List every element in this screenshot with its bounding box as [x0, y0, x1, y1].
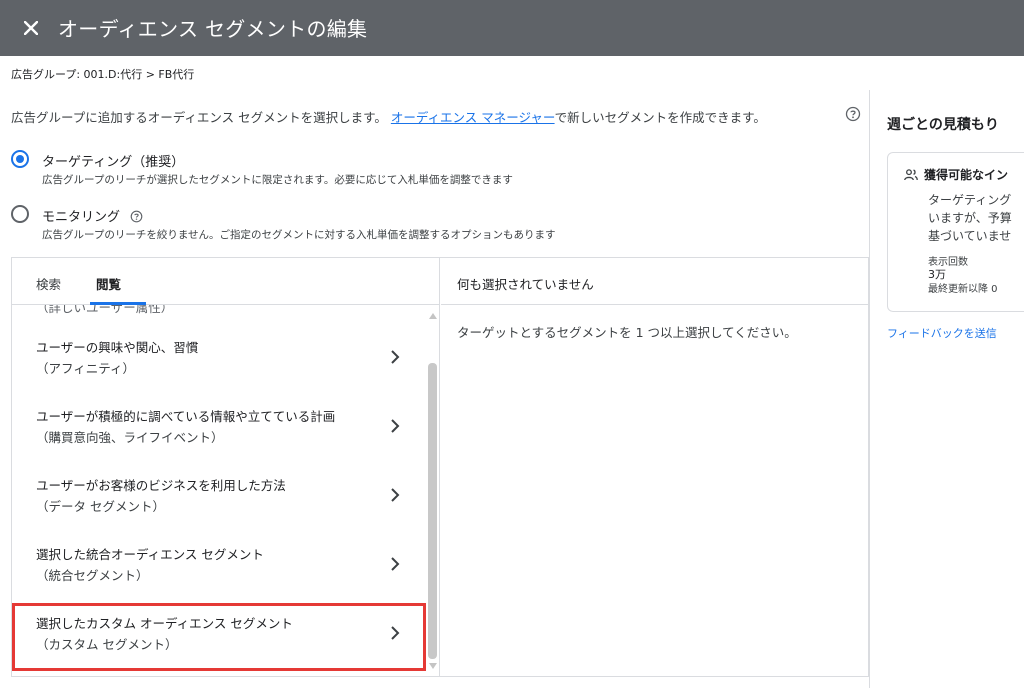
audience-manager-link[interactable]: オーディエンス マネージャー — [391, 110, 555, 125]
dialog-header: オーディエンス セグメントの編集 — [0, 0, 1024, 56]
selection-column: 何も選択されていません ターゲットとするセグメントを 1 つ以上選択してください… — [441, 258, 868, 676]
chevron-right-icon — [391, 419, 400, 433]
list-item-title: ユーザーの興味や関心、習慣 — [36, 340, 199, 355]
chevron-right-icon — [391, 557, 400, 571]
selection-header: 何も選択されていません — [441, 258, 868, 305]
monitoring-option: モニタリング — [42, 206, 143, 225]
list-item-in-market[interactable]: ユーザーが積極的に調べている情報や立てている計画 （購買意向強、ライフイベント） — [12, 396, 426, 464]
help-icon[interactable] — [845, 106, 861, 122]
list-scrollbar[interactable] — [426, 305, 439, 676]
list-item-partial[interactable]: （詳しいユーザー属性） — [36, 305, 173, 316]
last-updated-text: 最終更新以降 0 — [928, 284, 998, 295]
intro-text: 広告グループに追加するオーディエンス セグメントを選択します。 オーディエンス … — [11, 107, 766, 126]
list-item-subtitle: （アフィニティ） — [36, 361, 136, 376]
list-item-title: ユーザーがお客様のビジネスを利用した方法 — [36, 478, 286, 493]
chevron-right-icon — [391, 350, 400, 364]
monitoring-label: モニタリング — [42, 210, 121, 225]
people-icon — [904, 169, 918, 181]
tab-browse[interactable]: 閲覧 — [96, 274, 121, 293]
list-item-subtitle: （データ セグメント） — [36, 499, 165, 514]
list-item-title: 選択したカスタム オーディエンス セグメント — [36, 616, 293, 631]
estimate-text-line: いますが、予算 — [928, 211, 1012, 225]
targeting-description: 広告グループのリーチが選択したセグメントに限定されます。必要に応じて入札単価を調… — [42, 174, 513, 186]
monitoring-radio[interactable] — [11, 205, 29, 223]
estimates-title: 週ごとの見積もり — [887, 117, 999, 133]
estimate-card: 獲得可能なイン ターゲティング いますが、予算 基づいていませ 表示回数 3万 … — [887, 152, 1024, 312]
list-item-subtitle: （統合セグメント） — [36, 568, 149, 583]
scroll-thumb[interactable] — [428, 363, 437, 659]
scroll-up-arrow-icon[interactable] — [429, 313, 437, 319]
browse-list: （詳しいユーザー属性） ユーザーの興味や関心、習慣 （アフィニティ） ユーザーが… — [12, 305, 426, 676]
estimate-heading-text: 獲得可能なイン — [924, 168, 1009, 182]
estimate-text-line: ターゲティング — [928, 193, 1012, 207]
intro-text-after: で新しいセグメントを作成できます。 — [554, 110, 766, 125]
estimate-text-line: 基づいていませ — [928, 229, 1012, 243]
intro-text-before: 広告グループに追加するオーディエンス セグメントを選択します。 — [11, 110, 387, 125]
tab-search[interactable]: 検索 — [36, 274, 61, 293]
list-item-affinity[interactable]: ユーザーの興味や関心、習慣 （アフィニティ） — [12, 327, 426, 395]
selection-placeholder: ターゲットとするセグメントを 1 つ以上選択してください。 — [457, 325, 797, 340]
close-button[interactable] — [14, 11, 48, 45]
targeting-label: ターゲティング（推奨） — [42, 155, 185, 170]
chevron-right-icon — [391, 626, 400, 640]
estimates-sidebar: 週ごとの見積もり 獲得可能なイン ターゲティング いますが、予算 基づいていませ… — [870, 90, 1024, 688]
chevron-right-icon — [391, 488, 400, 502]
list-item-subtitle: （購買意向強、ライフイベント） — [36, 430, 224, 445]
targeting-radio[interactable] — [11, 150, 29, 168]
list-item-combined-segments[interactable]: 選択した統合オーディエンス セグメント （統合セグメント） — [12, 534, 426, 602]
tab-bar: 検索 閲覧 — [12, 258, 440, 305]
close-icon — [24, 21, 38, 35]
scroll-down-arrow-icon[interactable] — [429, 663, 437, 669]
dialog-title: オーディエンス セグメントの編集 — [58, 17, 368, 41]
selection-header-text: 何も選択されていません — [457, 277, 594, 292]
monitoring-help-icon[interactable] — [130, 210, 143, 223]
monitoring-description: 広告グループのリーチを絞りません。ご指定のセグメントに対する入札単価を調整するオ… — [42, 229, 556, 241]
estimate-card-heading: 獲得可能なイン — [904, 166, 1008, 183]
list-item-title: ユーザーが積極的に調べている情報や立てている計画 — [36, 409, 336, 424]
browse-column: 検索 閲覧 （詳しいユーザー属性） ユーザーの興味や関心、習慣 （アフィニティ）… — [12, 258, 440, 676]
breadcrumb: 広告グループ: 001.D:代行 > FB代行 — [11, 68, 195, 81]
list-item-subtitle: （カスタム セグメント） — [36, 637, 178, 652]
list-item-custom-segments[interactable]: 選択したカスタム オーディエンス セグメント （カスタム セグメント） — [12, 603, 426, 671]
send-feedback-link[interactable]: フィードバックを送信 — [887, 325, 997, 341]
segment-panel: 検索 閲覧 （詳しいユーザー属性） ユーザーの興味や関心、習慣 （アフィニティ）… — [11, 257, 869, 677]
list-item-data-segments[interactable]: ユーザーがお客様のビジネスを利用した方法 （データ セグメント） — [12, 465, 426, 533]
list-item-title: 選択した統合オーディエンス セグメント — [36, 547, 264, 562]
